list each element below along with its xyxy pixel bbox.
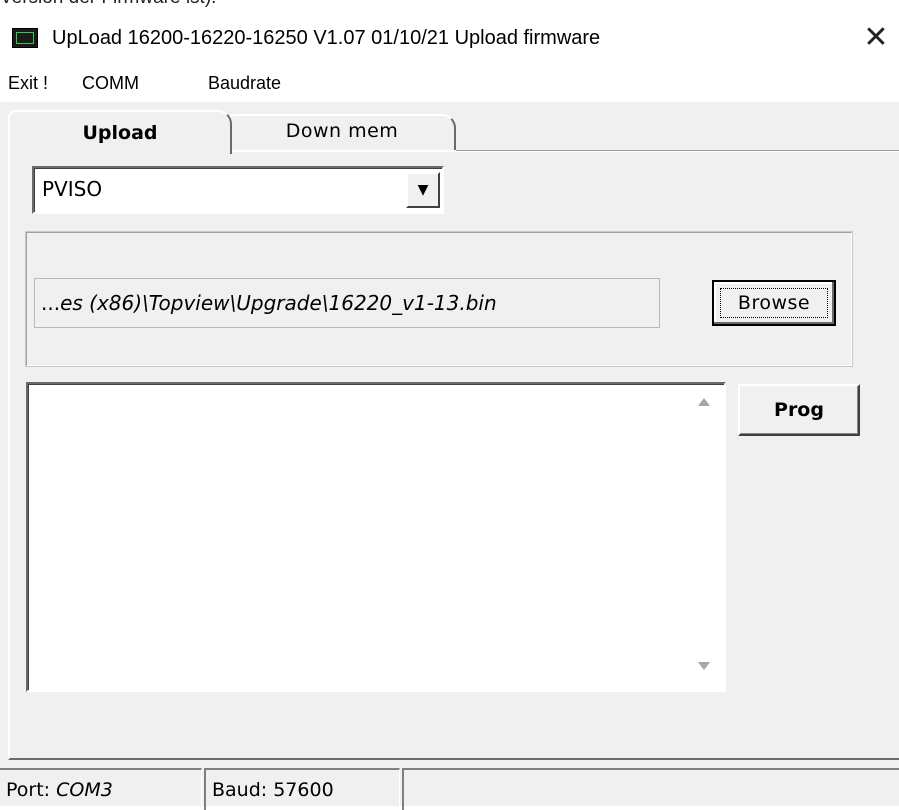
app-monitor-icon [12,28,38,48]
close-icon: ✕ [863,20,889,55]
chevron-down-icon: ▼ [417,182,429,198]
tab-upload[interactable]: Upload [8,110,232,154]
menu-item-baudrate[interactable]: Baudrate [208,70,281,96]
close-button[interactable]: ✕ [858,20,894,56]
file-path-text: ...es (x86)\Topview\Upgrade\16220_v1-13.… [41,291,497,315]
status-port: Port: COM3 [0,768,202,810]
menu-bar: Exit ! COMM Baudrate [0,62,899,102]
menu-item-exit[interactable]: Exit ! [8,70,48,96]
menu-item-comm[interactable]: COMM [82,70,139,96]
status-extra [402,768,899,810]
window-title: UpLoad 16200-16220-16250 V1.07 01/10/21 … [52,27,601,49]
log-textarea[interactable] [26,382,726,692]
status-baud: Baud: 57600 [204,768,400,810]
dropdown-button[interactable]: ▼ [406,172,440,208]
status-bar: Port: COM3 Baud: 57600 [0,764,899,810]
tab-label: Down mem [285,120,399,142]
tab-label: Upload [82,122,158,144]
tab-panel-edge [456,150,899,151]
browse-button-label: Browse [737,292,811,314]
scroll-down-arrow-icon[interactable] [698,662,710,670]
device-select-value: PVISO [42,177,103,201]
scroll-up-arrow-icon[interactable] [698,398,710,406]
file-path-field[interactable]: ...es (x86)\Topview\Upgrade\16220_v1-13.… [34,278,660,328]
device-select[interactable]: PVISO ▼ [32,166,444,214]
prog-button[interactable]: Prog [738,384,860,436]
browse-button[interactable]: Browse [712,280,836,326]
tab-down-mem[interactable]: Down mem [228,114,456,150]
